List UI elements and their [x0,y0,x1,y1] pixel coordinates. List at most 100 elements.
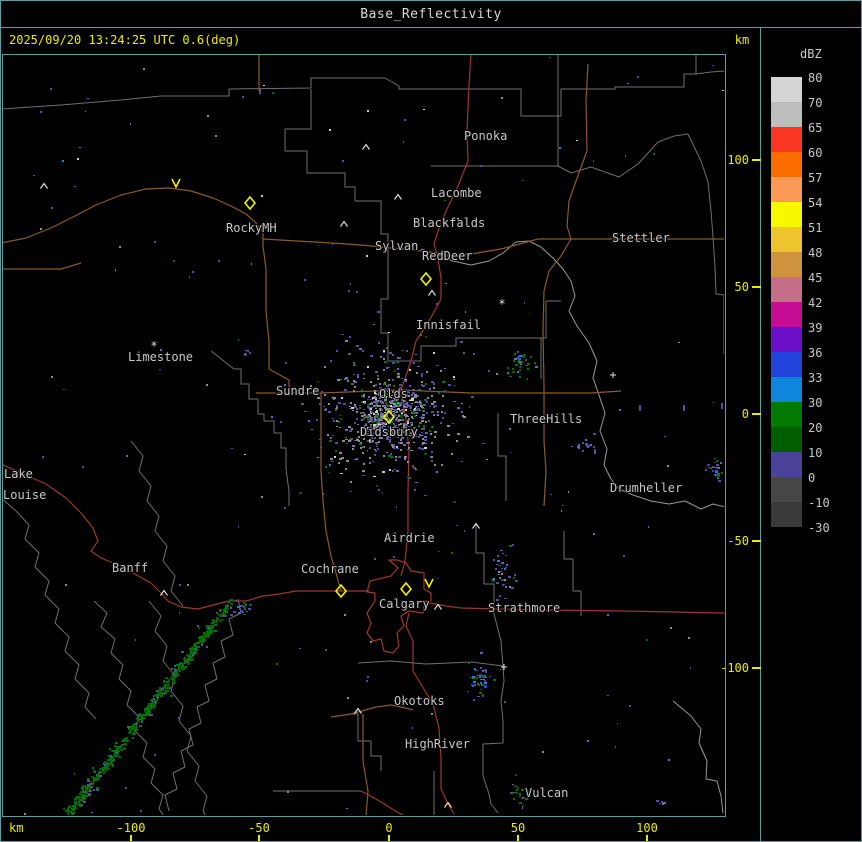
echo-dash [721,403,723,409]
dbz-scale-label: -10 [808,496,830,510]
echo-dash [594,449,596,454]
x-tick [130,835,132,841]
dbz-scale-label: 65 [808,121,823,135]
plus-marker-icon [501,664,507,670]
dbz-scale-label: 33 [808,371,823,385]
y-tick-label: 100 [727,153,749,167]
county-line [497,413,507,501]
road-line [362,714,369,815]
interference-spike [65,599,234,815]
dbz-scale-label: 45 [808,271,823,285]
county-line [563,531,582,616]
vee-marker-icon [424,578,434,589]
city-label: Sylvan [375,239,418,253]
dbz-scale-label: 54 [808,196,823,210]
y-tick [752,667,761,669]
highway-line [423,601,724,614]
dbz-scale-label: -30 [808,521,830,535]
city-labels: Ponoka Lacombe Blackfalds RockyMH Sylvan RedD… [3,128,683,801]
county-line [431,55,724,354]
plus-marker-icon [610,372,616,378]
county-line [3,499,97,720]
chevron-marker-icon [340,220,348,227]
county-line [3,55,697,117]
city-label: Strathmore [488,601,560,615]
county-line [357,660,504,667]
x-tick-label: -50 [248,821,270,835]
highway-line [3,464,369,610]
radar-map[interactable]: **Ponoka Lacombe Blackfalds RockyMH Sylvan Re… [1,54,725,820]
radar-site-diamond-icon [399,581,413,597]
city-label: ThreeHills [510,412,582,426]
dbz-scale-label: 36 [808,346,823,360]
city-label: Sundre [276,384,319,398]
city-label: Olds [379,387,408,401]
city-label: Calgary [379,597,430,611]
x-tick-label: -100 [117,821,146,835]
dbz-scale-label: 57 [808,171,823,185]
y-tick [752,413,761,415]
chevron-marker-icon [354,707,362,714]
echo-dash [578,444,580,449]
echo-dash [683,405,685,411]
county-line [351,713,382,771]
x-tick-label: 0 [385,821,392,835]
city-label: Cochrane [301,562,359,576]
x-tick-label: 100 [636,821,658,835]
y-tick [752,286,761,288]
dbz-scale-label: 20 [808,421,823,435]
city-label: Vulcan [525,786,568,800]
city-label: Didsbury [360,425,418,439]
city-label: Ponoka [464,129,507,143]
road-line [542,63,589,507]
county-line [284,89,389,361]
city-label: Innisfail [416,318,481,332]
city-label: RockyMH [226,221,277,235]
chevron-marker-icon [160,589,168,596]
y-tick [752,540,761,542]
city-label: Stettler [612,231,670,245]
city-label: Airdrie [384,531,435,545]
y-tick-label: -100 [720,661,749,675]
radar-site-diamond-icon [243,195,257,211]
road-line [400,389,622,394]
city-label: Louise [3,488,46,502]
dbz-scale-label: 10 [808,446,823,460]
city-label: Okotoks [394,694,445,708]
county-line [164,598,242,812]
city-label: RedDeer [422,249,473,263]
highway-line [405,612,455,815]
map-markers: ** [40,143,616,808]
city-label: Drumheller [610,481,682,495]
y-tick-label: -50 [727,534,749,548]
dbz-scale-label: 30 [808,396,823,410]
star-marker-icon: * [498,297,505,311]
river-line [672,700,724,814]
road-line [262,245,290,393]
road-line [3,187,264,246]
city-label: HighRiver [405,737,470,751]
city-label: Banff [112,561,148,575]
county-line [130,440,184,607]
y-tick-label: 0 [742,407,749,421]
radar-site-diamond-icon [419,271,433,287]
echo-dash [259,89,261,94]
y-tick-label: 50 [735,280,749,294]
city-label: Lake [4,467,33,481]
radar-display: **Ponoka Lacombe Blackfalds RockyMH Sylvan Re… [1,54,761,841]
city-label: Limestone [128,350,193,364]
city-label: Blackfalds [413,216,485,230]
chevron-marker-icon [362,143,370,150]
dbz-scale-label: 60 [808,146,823,160]
dbz-scale-label: 51 [808,221,823,235]
chevron-marker-icon [394,193,402,200]
x-tick [517,835,519,841]
x-tick [646,835,648,841]
dbz-scale-label: 42 [808,296,823,310]
dbz-scale-label: 39 [808,321,823,335]
dbz-scale-label: 0 [808,471,816,485]
road-line [3,262,82,270]
city-label: Lacombe [431,186,482,200]
river-line [420,240,724,510]
y-tick [752,159,761,161]
